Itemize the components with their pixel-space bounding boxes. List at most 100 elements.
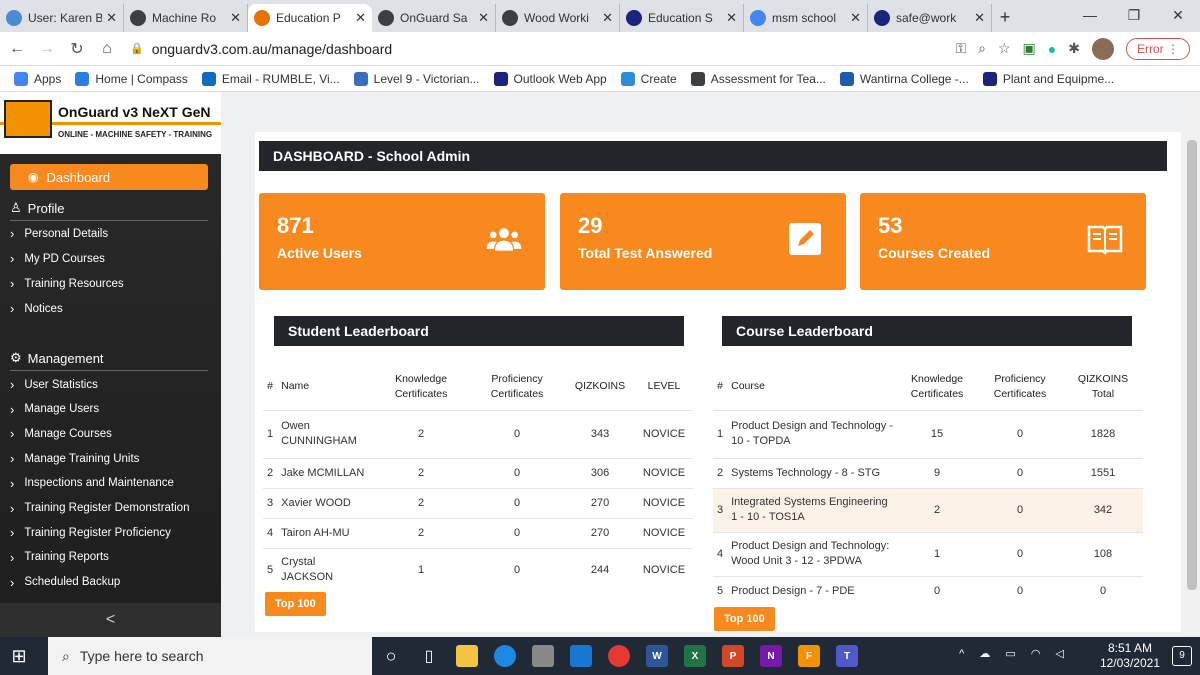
- sidebar-item-manage-training-units[interactable]: Manage Training Units: [10, 451, 139, 466]
- excel-icon[interactable]: X: [676, 637, 714, 675]
- zoom-icon[interactable]: ⌕: [978, 40, 986, 57]
- close-icon[interactable]: ✕: [726, 10, 737, 26]
- bookmark-item[interactable]: Outlook Web App: [493, 71, 607, 86]
- table-row[interactable]: 4 Tairon AH-MU 2 0 270 NOVICE: [263, 517, 693, 548]
- close-icon[interactable]: ✕: [602, 10, 613, 26]
- table-row[interactable]: 4 Product Design and Technology: Wood Uni…: [713, 531, 1143, 576]
- home-icon[interactable]: ⌂: [94, 40, 120, 58]
- bookmark-item[interactable]: Plant and Equipme...: [982, 71, 1114, 86]
- sidebar-item-manage-users[interactable]: Manage Users: [10, 402, 99, 417]
- browser-tab[interactable]: Education P ✕: [248, 4, 372, 32]
- windows-start-icon[interactable]: ⊞: [0, 637, 38, 675]
- sidebar-item-my-pd-courses[interactable]: My PD Courses: [10, 251, 105, 266]
- close-icon[interactable]: ✕: [230, 10, 241, 26]
- sidebar-item-training-register-demonstration[interactable]: Training Register Demonstration: [10, 501, 189, 516]
- onenote-icon[interactable]: N: [752, 637, 790, 675]
- course-top100-button[interactable]: Top 100: [714, 607, 775, 631]
- bookmark-item[interactable]: Home | Compass: [75, 71, 188, 86]
- table-row[interactable]: 1 Product Design and Technology - 10 - TO…: [713, 409, 1143, 458]
- browser-tab[interactable]: msm school ✕: [744, 4, 868, 32]
- bookmark-item[interactable]: Apps: [14, 71, 61, 86]
- bookmark-item[interactable]: Email - RUMBLE, Vi...: [201, 71, 340, 86]
- table-row[interactable]: 3 Xavier WOOD 2 0 270 NOVICE: [263, 487, 693, 518]
- sidebar-item-training-register-proficiency[interactable]: Training Register Proficiency: [10, 525, 171, 540]
- sidebar-item-notices[interactable]: Notices: [10, 301, 62, 316]
- sidebar-item-training-reports[interactable]: Training Reports: [10, 550, 109, 565]
- taskbar-search[interactable]: ⌕ Type here to search: [48, 637, 372, 675]
- star-icon[interactable]: ☆: [998, 40, 1011, 57]
- browser-tab[interactable]: Wood Worki ✕: [496, 4, 620, 32]
- teams-icon[interactable]: T: [828, 637, 866, 675]
- table-row[interactable]: 5 Crystal JACKSON 1 0 244 NOVICE: [263, 547, 693, 592]
- column-header[interactable]: Knowledge Certificates: [897, 364, 977, 410]
- sidebar-item-manage-courses[interactable]: Manage Courses: [10, 426, 112, 441]
- system-tray-icons[interactable]: ^ ☁ ▭ ◠ ◁: [959, 647, 1070, 660]
- back-icon[interactable]: ←: [4, 40, 30, 58]
- close-window-icon[interactable]: ✕: [1156, 0, 1200, 32]
- url-field[interactable]: 🔒 onguardv3.com.au/manage/dashboard: [130, 35, 955, 63]
- sidebar-item-dashboard[interactable]: ◉ Dashboard: [10, 164, 208, 190]
- sidebar-item-personal-details[interactable]: Personal Details: [10, 226, 108, 241]
- table-row[interactable]: 2 Systems Technology - 8 - STG 9 0 1551: [713, 457, 1143, 488]
- page-scrollbar[interactable]: [1184, 92, 1200, 637]
- student-top100-button[interactable]: Top 100: [265, 592, 326, 616]
- forms-icon[interactable]: F: [790, 637, 828, 675]
- column-header[interactable]: QIZKOINS: [565, 364, 635, 410]
- bookmark-item[interactable]: Assessment for Tea...: [690, 71, 826, 86]
- sidebar-item-user-statistics[interactable]: User Statistics: [10, 377, 98, 392]
- close-icon[interactable]: ✕: [974, 10, 985, 26]
- notification-icon[interactable]: 9: [1172, 646, 1192, 666]
- clock[interactable]: 8:51 AM 12/03/2021: [1100, 641, 1160, 671]
- close-icon[interactable]: ✕: [850, 10, 861, 26]
- column-header[interactable]: LEVEL: [635, 364, 693, 410]
- scrollbar-thumb[interactable]: [1187, 140, 1197, 590]
- browser-tab[interactable]: OnGuard Sa ✕: [372, 4, 496, 32]
- column-header[interactable]: Course: [727, 364, 897, 410]
- restore-icon[interactable]: ❐: [1112, 0, 1156, 32]
- close-icon[interactable]: ✕: [106, 10, 117, 26]
- column-header[interactable]: Proficiency Certificates: [469, 364, 565, 410]
- column-header[interactable]: Name: [277, 364, 373, 410]
- column-header[interactable]: #: [263, 364, 277, 410]
- minimize-icon[interactable]: —: [1068, 0, 1112, 32]
- sidebar-item-training-resources[interactable]: Training Resources: [10, 276, 123, 291]
- file-explorer-icon[interactable]: [448, 637, 486, 675]
- column-header[interactable]: QIZKOINS Total: [1063, 364, 1143, 410]
- word-icon[interactable]: W: [638, 637, 676, 675]
- new-tab-button[interactable]: +: [992, 7, 1018, 28]
- bookmark-item[interactable]: Create: [620, 71, 677, 86]
- sidebar-item-scheduled-backup[interactable]: Scheduled Backup: [10, 575, 120, 590]
- table-row[interactable]: 5 Product Design - 7 - PDE 0 0 0: [713, 575, 1143, 606]
- forward-icon[interactable]: →: [34, 40, 60, 58]
- table-row[interactable]: 1 Owen CUNNINGHAM 2 0 343 NOVICE: [263, 409, 693, 458]
- grammarly-icon[interactable]: ●: [1048, 41, 1056, 57]
- column-header[interactable]: #: [713, 364, 727, 410]
- browser-tab[interactable]: User: Karen B ✕: [0, 4, 124, 32]
- powerpoint-icon[interactable]: P: [714, 637, 752, 675]
- bookmark-item[interactable]: Level 9 - Victorian...: [353, 71, 480, 86]
- bookmark-item[interactable]: Wantirna College -...: [839, 71, 969, 86]
- browser-tab[interactable]: Machine Ro ✕: [124, 4, 248, 32]
- sidebar-collapse-button[interactable]: <: [0, 603, 221, 637]
- extension-icon[interactable]: ▣: [1023, 40, 1036, 57]
- store-icon[interactable]: [524, 637, 562, 675]
- chrome-icon[interactable]: [600, 637, 638, 675]
- close-icon[interactable]: ✕: [478, 10, 489, 26]
- table-row[interactable]: 3 Integrated Systems Engineering 1 - 10 -…: [713, 487, 1143, 532]
- column-header[interactable]: Proficiency Certificates: [977, 364, 1063, 410]
- key-icon[interactable]: ⚿: [955, 40, 966, 57]
- column-header[interactable]: Knowledge Certificates: [373, 364, 469, 410]
- edge-icon[interactable]: [486, 637, 524, 675]
- close-icon[interactable]: ✕: [355, 10, 366, 26]
- table-row[interactable]: 2 Jake MCMILLAN 2 0 306 NOVICE: [263, 457, 693, 488]
- sidebar-item-inspections-and-maintenance[interactable]: Inspections and Maintenance: [10, 476, 174, 491]
- mail-icon[interactable]: [562, 637, 600, 675]
- browser-tab[interactable]: Education S ✕: [620, 4, 744, 32]
- puzzle-icon[interactable]: ✱: [1068, 40, 1080, 57]
- reload-icon[interactable]: ↻: [64, 39, 90, 59]
- browser-tab[interactable]: safe@work ✕: [868, 4, 992, 32]
- avatar[interactable]: [1091, 37, 1114, 60]
- cortana-icon[interactable]: ○: [372, 637, 410, 675]
- task-view-icon[interactable]: ▯: [410, 637, 448, 675]
- error-button[interactable]: Error ⋮: [1125, 37, 1190, 60]
